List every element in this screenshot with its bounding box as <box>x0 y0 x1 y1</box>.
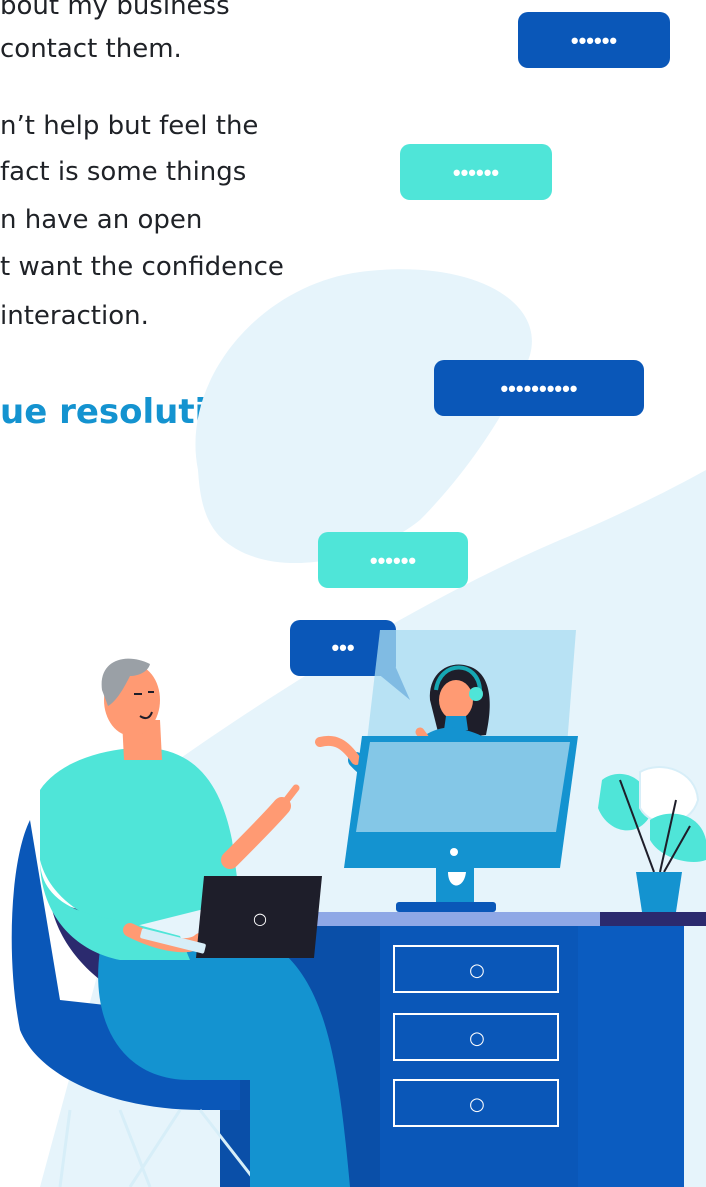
bubble-dots: •••••• <box>453 160 499 185</box>
chat-bubble-1: •••••• <box>518 12 670 68</box>
chat-bubble-4: •••••• <box>318 532 468 588</box>
drawer-knob-icon: ○ <box>469 1094 485 1115</box>
chat-bubble-3: •••••••••• <box>434 360 644 416</box>
laptop-logo-icon: ○ <box>253 909 267 928</box>
bubble-dots: •••••• <box>370 548 416 573</box>
drawer-knob-icon: ○ <box>469 1028 485 1049</box>
bubble-dots: •••••••••• <box>500 376 577 401</box>
drawer-knob-icon: ○ <box>469 960 485 981</box>
chat-bubble-2: •••••• <box>400 144 552 200</box>
background-blob <box>195 269 532 564</box>
bubble-dots: •••••• <box>571 28 617 53</box>
bubble-dots: ••• <box>331 635 354 660</box>
support-chat-illustration: •••••• •••••• •••••••••• •••••• ••• ○ ○ … <box>11 12 706 1187</box>
